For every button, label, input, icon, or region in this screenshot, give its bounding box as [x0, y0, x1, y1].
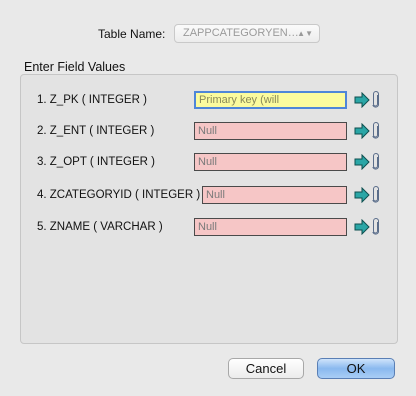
field-row: 4. ZCATEGORYID ( INTEGER ) Null [0, 186, 416, 206]
field-row: 2. Z_ENT ( INTEGER ) Null [0, 122, 416, 142]
field-label: 5. ZNAME ( VARCHAR ) [37, 221, 163, 233]
field-row: 5. ZNAME ( VARCHAR ) Null [0, 218, 416, 238]
table-name-value: ZAPPCATEGORYEN… [183, 27, 299, 39]
section-title: Enter Field Values [24, 60, 126, 74]
field-input-zcategoryid[interactable]: Null [202, 186, 347, 204]
go-arrow-icon[interactable] [354, 123, 370, 139]
paperclip-icon[interactable] [372, 218, 380, 236]
table-name-label: Table Name: [98, 27, 166, 41]
field-input-z-pk[interactable]: Primary key (will [194, 91, 347, 109]
field-label: 1. Z_PK ( INTEGER ) [37, 94, 147, 106]
paperclip-icon[interactable] [372, 91, 380, 109]
updown-chevron-icon: ▲▼ [297, 29, 313, 38]
go-arrow-icon[interactable] [354, 154, 370, 170]
cancel-button[interactable]: Cancel [228, 358, 304, 379]
table-name-row: Table Name: ZAPPCATEGORYEN… ▲▼ [0, 24, 416, 46]
field-label: 2. Z_ENT ( INTEGER ) [37, 125, 155, 137]
field-input-z-opt[interactable]: Null [194, 153, 347, 171]
paperclip-icon[interactable] [372, 153, 380, 171]
go-arrow-icon[interactable] [354, 92, 370, 108]
paperclip-icon[interactable] [372, 122, 380, 140]
field-label: 4. ZCATEGORYID ( INTEGER ) [37, 189, 201, 201]
field-row: 1. Z_PK ( INTEGER ) Primary key (will [0, 91, 416, 111]
go-arrow-icon[interactable] [354, 187, 370, 203]
field-row: 3. Z_OPT ( INTEGER ) Null [0, 153, 416, 173]
table-name-select[interactable]: ZAPPCATEGORYEN… ▲▼ [174, 24, 320, 43]
paperclip-icon[interactable] [372, 186, 380, 204]
ok-button[interactable]: OK [317, 358, 395, 379]
go-arrow-icon[interactable] [354, 219, 370, 235]
field-values-group [20, 74, 398, 344]
field-input-zname[interactable]: Null [194, 218, 347, 236]
field-label: 3. Z_OPT ( INTEGER ) [37, 156, 155, 168]
field-input-z-ent[interactable]: Null [194, 122, 347, 140]
